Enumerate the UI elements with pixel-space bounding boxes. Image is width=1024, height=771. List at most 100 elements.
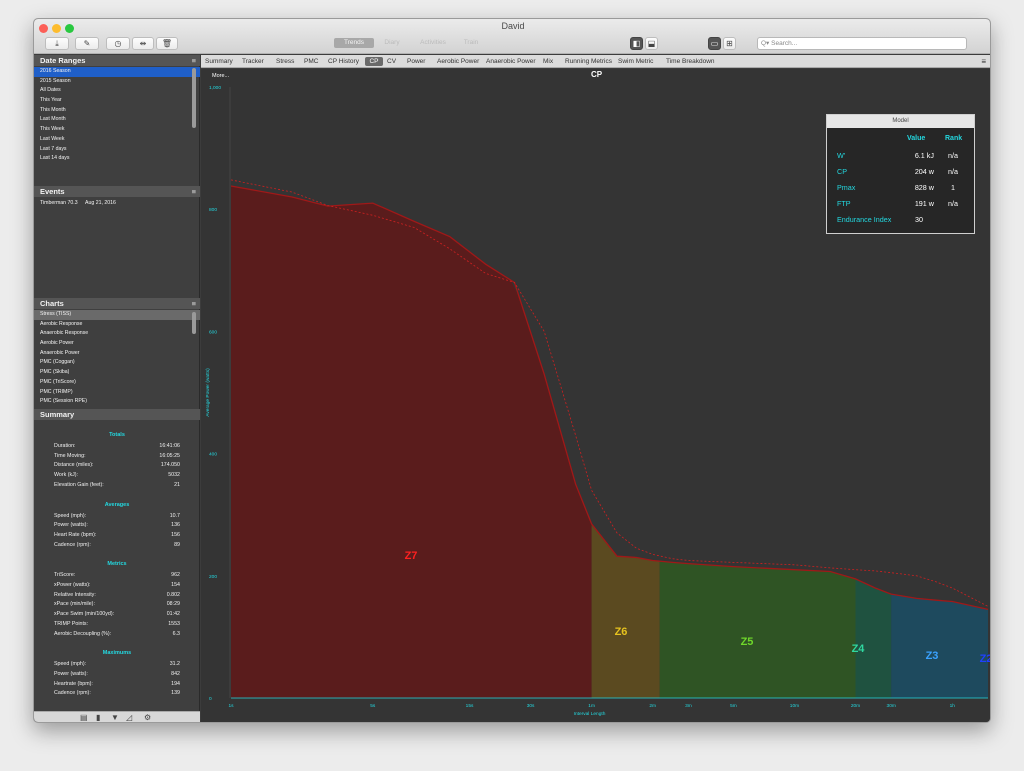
sidebar-toggle-button[interactable]: ◧: [630, 37, 643, 50]
summary-row: Heart Rate (bpm): 156: [54, 532, 180, 538]
import-button[interactable]: ⤓: [45, 37, 69, 50]
date-range-item[interactable]: Last 7 days: [34, 145, 200, 155]
mode-trends[interactable]: Trends: [334, 38, 374, 48]
summary-row: xPace (min/mile): 08:29: [54, 601, 180, 607]
model-label: W': [837, 151, 846, 160]
charts-menu-icon[interactable]: ≡: [192, 298, 196, 309]
summary-value: 6.3: [172, 630, 180, 637]
date-ranges-menu-icon[interactable]: ≡: [192, 55, 196, 66]
model-rank: n/a: [948, 199, 958, 208]
date-ranges-header: Date Ranges ≡: [34, 55, 200, 66]
mode-diary[interactable]: Diary: [376, 38, 408, 48]
date-range-item[interactable]: Last Month: [34, 115, 200, 125]
summary-row: Aerobic Decoupling (%): 6.3: [54, 631, 180, 637]
tab-view-button[interactable]: ▭: [708, 37, 721, 50]
model-value: 828 w: [914, 183, 934, 192]
summary-label: Distance (miles):: [54, 462, 94, 469]
date-range-item[interactable]: This Month: [34, 106, 200, 116]
split-button[interactable]: ⇹: [132, 37, 154, 50]
window-title: David: [501, 21, 525, 31]
tab-swim-metric[interactable]: Swim Metric: [618, 57, 662, 66]
summary-value: 842: [171, 670, 180, 677]
stopwatch-button[interactable]: ◷: [106, 37, 130, 50]
chart-item[interactable]: PMC (TriScore): [34, 378, 200, 388]
tab-cp-history[interactable]: CP History: [328, 57, 364, 66]
tab-mix[interactable]: Mix: [543, 57, 563, 66]
title-bar: David ⤓ ✎ ◷ ⇹ 🗑 Trends Diary Activities …: [34, 19, 990, 54]
tab-time-breakdown[interactable]: Time Breakdown: [666, 57, 718, 66]
tab-pmc[interactable]: PMC: [304, 57, 326, 66]
mode-activities[interactable]: Activities: [412, 38, 454, 48]
mode-train[interactable]: Train: [456, 38, 486, 48]
chart-item[interactable]: PMC (TRIMP): [34, 388, 200, 398]
date-range-item[interactable]: Last 14 days: [34, 154, 200, 164]
tab-running-metrics[interactable]: Running Metrics: [565, 57, 615, 66]
date-ranges-scrollbar[interactable]: [192, 68, 196, 128]
tile-view-icon: ⊞: [726, 39, 733, 48]
chart-item[interactable]: Anaerobic Power: [34, 349, 200, 359]
summary-label: Cadence (rpm):: [54, 541, 91, 548]
delete-button[interactable]: 🗑: [156, 37, 178, 50]
model-label: Pmax: [837, 183, 856, 192]
filter-icon[interactable]: ▼: [111, 713, 119, 722]
tile-view-button[interactable]: ⊞: [723, 37, 736, 50]
tab-power[interactable]: Power: [407, 57, 433, 66]
tab-cv[interactable]: CV: [387, 57, 405, 66]
model-value: 204 w: [914, 167, 934, 176]
summary-label: xPace Swim (min/100yd):: [54, 611, 115, 618]
chart-icon[interactable]: ◿: [126, 713, 132, 722]
y-tick-label: 200: [209, 574, 217, 580]
summary-label: Heart Rate (bpm):: [54, 531, 97, 538]
summary-value: 136: [171, 522, 180, 529]
x-tick-label: 15s: [466, 703, 474, 709]
model-value: 6.1 kJ: [914, 151, 934, 160]
zone-area-z4: [855, 578, 892, 698]
search-input[interactable]: Q▾ Search...: [757, 37, 967, 50]
date-range-item[interactable]: Last Week: [34, 135, 200, 145]
tab-summary[interactable]: Summary: [205, 57, 241, 66]
summary-label: xPower (watts):: [54, 582, 91, 588]
charts-scrollbar[interactable]: [192, 312, 196, 334]
calendar-icon[interactable]: ▤: [80, 713, 88, 722]
chart-item[interactable]: Stress (TISS): [34, 310, 200, 320]
chart-item[interactable]: PMC (Coggan): [34, 358, 200, 368]
trash-icon: 🗑: [161, 39, 173, 48]
events-title: Events: [40, 187, 65, 196]
chart-item[interactable]: Anaerobic Response: [34, 329, 200, 339]
tab-anaerobic-power[interactable]: Anaerobic Power: [486, 57, 538, 66]
x-tick-label: 20m: [851, 703, 860, 709]
date-range-item[interactable]: 2016 Season: [34, 67, 200, 77]
chart-item[interactable]: Aerobic Response: [34, 320, 200, 330]
tab-aerobic-power[interactable]: Aerobic Power: [437, 57, 483, 66]
date-range-item[interactable]: All Dates: [34, 86, 200, 96]
date-range-item[interactable]: 2015 Season: [34, 77, 200, 87]
zone-area-z5: [659, 561, 856, 698]
summary-label: Time Moving:: [54, 452, 86, 459]
bottom-panel-toggle-button[interactable]: ⬓: [645, 37, 658, 50]
date-range-item[interactable]: This Year: [34, 96, 200, 106]
summary-value: 89: [174, 541, 180, 548]
chart-item[interactable]: PMC (Skiba): [34, 368, 200, 378]
date-range-item[interactable]: This Week: [34, 125, 200, 135]
tab-stress[interactable]: Stress: [276, 57, 302, 66]
settings-icon[interactable]: ⚙: [144, 713, 151, 722]
events-menu-icon[interactable]: ≡: [192, 186, 196, 197]
bookmark-icon[interactable]: ▮: [96, 713, 100, 722]
edit-button[interactable]: ✎: [75, 37, 99, 50]
summary-value: 16:41:06: [159, 443, 180, 449]
summary-header: Summary: [34, 409, 200, 420]
summary-row: Power (watts): 842: [54, 671, 180, 677]
chart-item[interactable]: PMC (Session RPE): [34, 397, 200, 407]
tab-tracker[interactable]: Tracker: [242, 57, 274, 66]
chart-item[interactable]: Aerobic Power: [34, 339, 200, 349]
summary-row: Heartrate (bpm): 194: [54, 681, 180, 687]
chart-tab-bar: Summary Tracker Stress PMC CP History CP CV Pow…: [201, 55, 990, 68]
tab-menu-icon[interactable]: ≡: [981, 57, 986, 66]
summary-value: 156: [171, 531, 180, 538]
y-axis-title: Average Power (watts): [205, 368, 211, 417]
event-item[interactable]: Timberman 70.3 Aug 21, 2016: [34, 199, 200, 209]
tab-cp[interactable]: CP: [365, 57, 383, 66]
sidebar: Date Ranges ≡ 2016 Season 2015 Season Al…: [34, 55, 200, 722]
summary-row: xPace Swim (min/100yd): 01:42: [54, 611, 180, 617]
summary-value: 31.2: [169, 661, 180, 668]
